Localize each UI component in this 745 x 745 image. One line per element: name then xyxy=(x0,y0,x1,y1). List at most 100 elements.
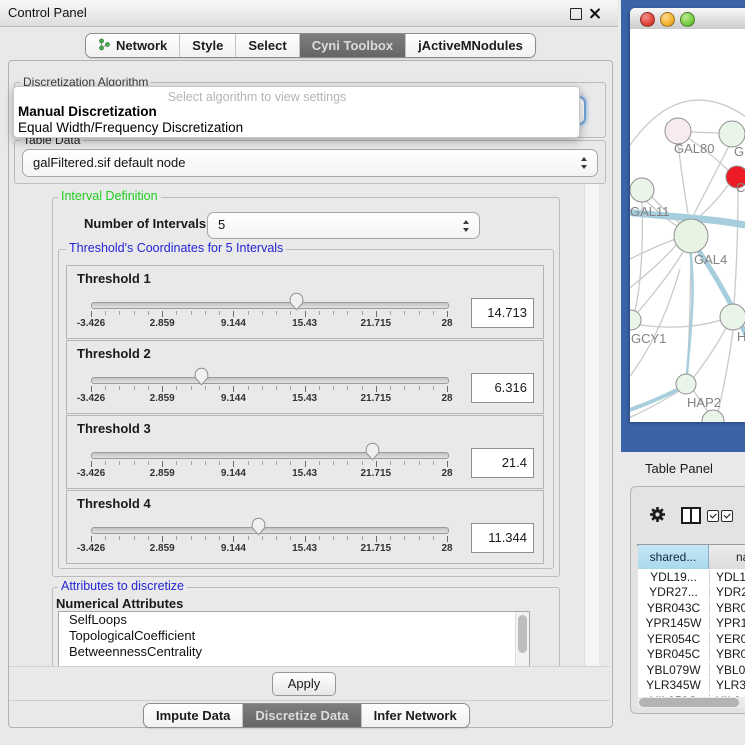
threshold-slider-thumb[interactable] xyxy=(365,442,380,461)
threshold-slider-thumb[interactable] xyxy=(289,292,304,311)
checkbox-icon[interactable] xyxy=(707,510,719,522)
tab-impute-data[interactable]: Impute Data xyxy=(144,704,242,727)
threshold-value-field[interactable]: 6.316 xyxy=(471,373,534,403)
cell-name[interactable]: YLR3 xyxy=(710,678,745,692)
threshold-slider-track[interactable] xyxy=(91,452,449,459)
table-row[interactable]: YBR043CYBR0 xyxy=(638,600,745,616)
apply-button[interactable]: Apply xyxy=(272,672,336,696)
cell-name[interactable]: YBR0 xyxy=(710,601,745,615)
table-data-combobox[interactable]: galFiltered.sif default node xyxy=(22,149,598,177)
cell-shared-name[interactable]: YDL19... xyxy=(638,570,710,584)
slider-tick xyxy=(447,386,448,392)
attribute-item-topologicalcoefficient[interactable]: TopologicalCoefficient xyxy=(59,628,529,644)
split-columns-icon[interactable] xyxy=(681,507,701,529)
node-bottom[interactable] xyxy=(702,410,724,422)
minimize-traffic-light-icon[interactable] xyxy=(660,12,675,27)
slider-tick xyxy=(233,386,234,392)
threshold-slider-track[interactable] xyxy=(91,302,449,309)
tab-select[interactable]: Select xyxy=(235,34,298,57)
cell-name[interactable]: YBR0 xyxy=(710,647,745,661)
cell-shared-name[interactable]: YBL079W xyxy=(638,663,710,677)
network-edge-highlighted[interactable] xyxy=(630,390,677,412)
node-right[interactable] xyxy=(720,304,745,330)
table-row[interactable]: YDR27...YDR2 xyxy=(638,585,745,601)
cell-name[interactable]: YPR1 xyxy=(710,616,745,630)
network-edge[interactable] xyxy=(630,244,677,291)
cell-shared-name[interactable]: YDR27... xyxy=(638,585,710,599)
slider-tick xyxy=(276,386,277,390)
threshold-value-field[interactable]: 21.4 xyxy=(471,448,534,478)
slider-tick xyxy=(262,386,263,390)
table-row[interactable]: YER054CYER0 xyxy=(638,631,745,647)
tab-infer-network[interactable]: Infer Network xyxy=(361,704,469,727)
tab-jactivemnodules[interactable]: jActiveMNodules xyxy=(405,34,535,57)
tab-discretize-data[interactable]: Discretize Data xyxy=(242,704,360,727)
network-edge[interactable] xyxy=(694,328,726,377)
threshold-slider-thumb[interactable] xyxy=(251,517,266,536)
network-edge[interactable] xyxy=(691,146,729,220)
node-gal4[interactable] xyxy=(674,219,708,253)
tab-style[interactable]: Style xyxy=(179,34,235,57)
cell-name[interactable]: YDR2 xyxy=(710,585,745,599)
threshold-value-field[interactable]: 11.344 xyxy=(471,523,534,553)
cell-shared-name[interactable]: YPR145W xyxy=(638,616,710,630)
tab-network[interactable]: Network xyxy=(86,34,179,57)
number-of-intervals-combobox[interactable]: 5 xyxy=(207,212,480,239)
node-label-gal11: GAL11 xyxy=(630,204,670,219)
column-header-shared-name[interactable]: shared... xyxy=(638,545,709,569)
attribute-item-selfloops[interactable]: SelfLoops xyxy=(59,612,529,628)
close-icon[interactable] xyxy=(588,7,601,20)
table-row[interactable]: YBR045CYBR0 xyxy=(638,647,745,663)
tab-cyni-toolbox[interactable]: Cyni Toolbox xyxy=(299,34,405,57)
float-window-icon[interactable] xyxy=(570,8,582,20)
close-traffic-light-icon[interactable] xyxy=(640,12,655,27)
node-gcy1[interactable] xyxy=(630,310,641,330)
slider-tick xyxy=(248,461,249,465)
gear-icon[interactable] xyxy=(649,506,666,528)
table-row[interactable]: YBL079WYBL0 xyxy=(638,662,745,678)
slider-tick-label: 2.859 xyxy=(150,468,175,479)
table-hscrollbar[interactable] xyxy=(637,697,745,708)
table-panel-title: Table Panel xyxy=(645,461,713,476)
zoom-traffic-light-icon[interactable] xyxy=(680,12,695,27)
node-hap2[interactable] xyxy=(676,374,696,394)
slider-tick xyxy=(205,536,206,540)
cell-shared-name[interactable]: YER054C xyxy=(638,632,710,646)
threshold-value-field[interactable]: 14.713 xyxy=(471,298,534,328)
threshold-slider-track[interactable] xyxy=(91,377,449,384)
numerical-attributes-list[interactable]: SelfLoopsTopologicalCoefficientBetweenne… xyxy=(58,611,530,666)
network-edge[interactable] xyxy=(640,320,721,327)
network-edge[interactable] xyxy=(734,189,738,305)
threshold-label: Threshold 4 xyxy=(77,496,151,511)
table-row[interactable]: YLR345WYLR3 xyxy=(638,678,745,694)
network-edge[interactable] xyxy=(630,239,676,261)
cell-shared-name[interactable]: YLR345W xyxy=(638,678,710,692)
threshold-slider-track[interactable] xyxy=(91,527,449,534)
table-row[interactable]: YPR145WYPR1 xyxy=(638,616,745,632)
network-canvas[interactable]: GAL80GCGAL11GAL4GCY1HHAP2 xyxy=(630,29,745,422)
table-row[interactable]: YDL19...YDL1 xyxy=(638,569,745,585)
node-gal11[interactable] xyxy=(630,178,654,202)
cell-shared-name[interactable]: YBR045C xyxy=(638,647,710,661)
attributes-list-scrollbar[interactable] xyxy=(515,612,529,666)
dropdown-option-equal-width-frequency[interactable]: Equal Width/Frequency Discretization xyxy=(18,120,243,135)
checkbox-icon[interactable] xyxy=(721,510,733,522)
network-window-titlebar[interactable] xyxy=(630,8,745,30)
tab-label: Impute Data xyxy=(156,708,230,723)
cell-name[interactable]: YDL1 xyxy=(710,570,745,584)
settings-scrollbar[interactable] xyxy=(584,184,599,666)
dropdown-option-manual-discretization[interactable]: Manual Discretization xyxy=(18,104,157,119)
attribute-item-betweennesscentrality[interactable]: BetweennessCentrality xyxy=(59,644,529,660)
slider-tick xyxy=(333,536,334,540)
network-window: GAL80GCGAL11GAL4GCY1HHAP2 xyxy=(630,8,745,422)
control-panel-titlebar: Control Panel xyxy=(0,0,618,27)
table-hscrollbar-thumb[interactable] xyxy=(639,698,739,707)
cell-shared-name[interactable]: YBR043C xyxy=(638,601,710,615)
cell-name[interactable]: YER0 xyxy=(710,632,745,646)
cell-name[interactable]: YBL0 xyxy=(710,663,745,677)
attributes-list-scrollbar-thumb[interactable] xyxy=(518,615,527,653)
threshold-slider-thumb[interactable] xyxy=(194,367,209,386)
number-of-intervals-value: 5 xyxy=(218,213,225,237)
column-header-name[interactable]: name xyxy=(709,545,745,569)
network-edge[interactable] xyxy=(691,132,719,133)
